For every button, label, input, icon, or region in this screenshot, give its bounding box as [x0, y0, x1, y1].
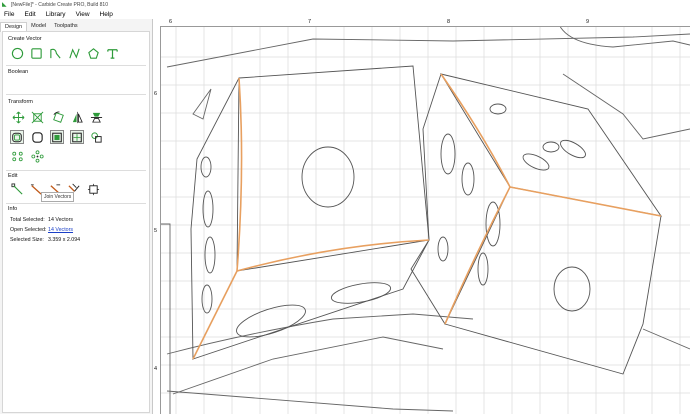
ruler-label: 9	[586, 19, 590, 25]
info-open-selected: Open Selected: 14 Vectors	[10, 227, 73, 233]
circular-array-icon[interactable]	[30, 149, 44, 163]
create-vector-heading: Create Vector	[8, 36, 42, 42]
carbide-logo-icon: ◣	[2, 1, 7, 8]
divider	[6, 94, 146, 95]
tab-model[interactable]: Model	[27, 22, 50, 31]
info-label: Total Selected:	[10, 217, 45, 223]
ruler-top: 6 7 8 9	[153, 19, 690, 27]
node-edit-icon[interactable]	[10, 182, 24, 196]
divider	[6, 170, 146, 171]
move-icon[interactable]	[11, 110, 25, 124]
open-selected-link[interactable]: 14 Vectors	[48, 227, 73, 233]
menu-bar: File Edit Library View Help	[0, 9, 690, 19]
circle-icon[interactable]	[89, 130, 103, 144]
transform-heading: Transform	[8, 99, 33, 105]
curve-tool-icon[interactable]	[48, 46, 62, 60]
ruler-label: 4	[154, 366, 158, 372]
center-icon[interactable]	[70, 130, 84, 144]
menu-view[interactable]: View	[76, 11, 90, 18]
fillet-icon[interactable]	[30, 130, 44, 144]
polygon-tool-icon[interactable]	[86, 46, 100, 60]
offset-icon[interactable]	[10, 130, 24, 144]
menu-help[interactable]: Help	[100, 11, 113, 18]
rectangle-tool-icon[interactable]	[29, 46, 43, 60]
menu-file[interactable]: File	[4, 11, 14, 18]
scale-icon[interactable]	[30, 110, 44, 124]
group-icon[interactable]	[50, 130, 64, 144]
panel-tabs: Design Model Toolpaths	[0, 22, 82, 32]
divider	[6, 65, 146, 66]
rotate-icon[interactable]	[51, 110, 65, 124]
divider	[6, 203, 146, 204]
canvas-drawing[interactable]	[153, 19, 690, 414]
ruler-label: 6	[154, 91, 158, 97]
ruler-label: 8	[447, 19, 451, 25]
edit-heading: Edit	[8, 173, 18, 179]
design-canvas[interactable]: 6 7 8 9 6 5 4	[153, 19, 690, 414]
window-title: [NewFile]* - Carbide Create PRO, Build 8…	[11, 1, 108, 8]
menu-edit[interactable]: Edit	[24, 11, 35, 18]
text-tool-icon[interactable]	[105, 46, 119, 60]
ruler-label: 7	[308, 19, 312, 25]
tooltip: Join Vectors	[41, 192, 75, 202]
info-label: Selected Size:	[10, 237, 44, 243]
info-value: 3.359 x 2.094	[48, 237, 81, 243]
align-icon[interactable]	[89, 110, 103, 124]
info-heading: Info	[8, 206, 18, 212]
ruler-left: 6 5 4	[153, 26, 161, 414]
close-vector-icon[interactable]	[86, 182, 100, 196]
ruler-label: 5	[154, 228, 158, 234]
circle-tool-icon[interactable]	[10, 46, 24, 60]
info-total-selected: Total Selected: 14 Vectors	[10, 217, 73, 223]
tab-toolpaths[interactable]: Toolpaths	[50, 22, 82, 31]
info-value: 14 Vectors	[48, 217, 74, 223]
info-selected-size: Selected Size: 3.359 x 2.094	[10, 237, 80, 243]
ruler-label: 6	[169, 19, 173, 25]
menu-library[interactable]: Library	[46, 11, 66, 18]
array-icon[interactable]	[10, 149, 24, 163]
polyline-tool-icon[interactable]	[67, 46, 81, 60]
boolean-heading: Boolean	[8, 69, 29, 75]
info-label: Open Selected:	[10, 227, 47, 233]
mirror-icon[interactable]	[70, 110, 84, 124]
design-panel: Design Model Toolpaths Create Vector Boo…	[0, 19, 153, 414]
title-bar: ◣ [NewFile]* - Carbide Create PRO, Build…	[0, 0, 690, 9]
